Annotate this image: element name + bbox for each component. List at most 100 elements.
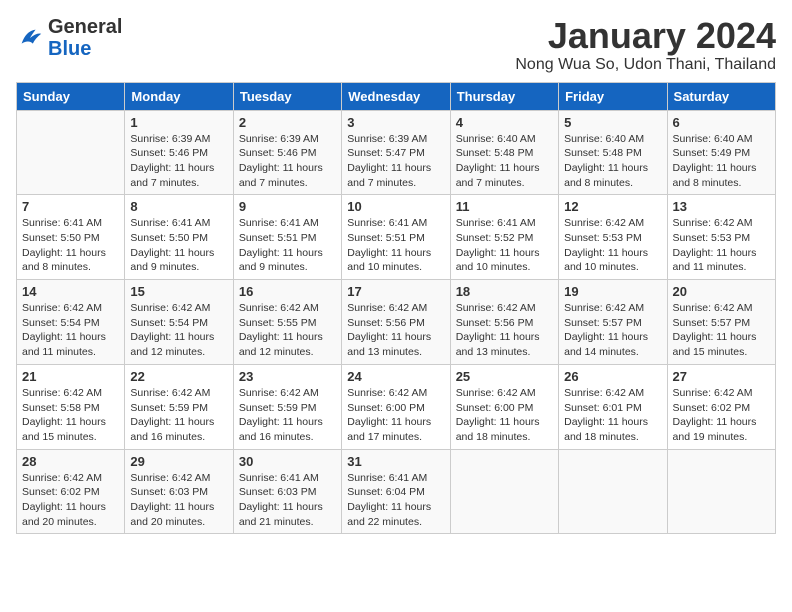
- calendar-cell: 21 Sunrise: 6:42 AM Sunset: 5:58 PM Dayli…: [17, 364, 125, 449]
- day-info: Sunrise: 6:42 AM Sunset: 6:01 PM Dayligh…: [564, 386, 661, 445]
- calendar-cell: 17 Sunrise: 6:42 AM Sunset: 5:56 PM Dayli…: [342, 280, 450, 365]
- day-info: Sunrise: 6:42 AM Sunset: 6:02 PM Dayligh…: [22, 471, 119, 530]
- calendar-cell: 7Sunrise: 6:41 AM Sunset: 5:50 PM Daylig…: [17, 195, 125, 280]
- day-info: Sunrise: 6:41 AM Sunset: 5:52 PM Dayligh…: [456, 216, 553, 275]
- day-number: 5: [564, 115, 661, 130]
- day-info: Sunrise: 6:41 AM Sunset: 6:03 PM Dayligh…: [239, 471, 336, 530]
- day-info: Sunrise: 6:42 AM Sunset: 5:53 PM Dayligh…: [673, 216, 770, 275]
- calendar-cell: 31Sunrise: 6:41 AM Sunset: 6:04 PM Dayli…: [342, 449, 450, 534]
- logo: General Blue: [16, 16, 122, 60]
- day-number: 31: [347, 454, 444, 469]
- day-number: 26: [564, 369, 661, 384]
- day-number: 17: [347, 284, 444, 299]
- day-info: Sunrise: 6:42 AM Sunset: 5:56 PM Dayligh…: [347, 301, 444, 360]
- day-number: 6: [673, 115, 770, 130]
- day-number: 10: [347, 199, 444, 214]
- day-info: Sunrise: 6:42 AM Sunset: 6:00 PM Dayligh…: [347, 386, 444, 445]
- day-number: 23: [239, 369, 336, 384]
- day-info: Sunrise: 6:42 AM Sunset: 5:57 PM Dayligh…: [673, 301, 770, 360]
- day-number: 2: [239, 115, 336, 130]
- calendar-cell: 23 Sunrise: 6:42 AM Sunset: 5:59 PM Dayli…: [233, 364, 341, 449]
- day-info: Sunrise: 6:42 AM Sunset: 5:53 PM Dayligh…: [564, 216, 661, 275]
- calendar-cell: 2 Sunrise: 6:39 AM Sunset: 5:46 PM Daylig…: [233, 110, 341, 195]
- calendar-cell: [450, 449, 558, 534]
- day-number: 30: [239, 454, 336, 469]
- day-number: 20: [673, 284, 770, 299]
- title-block: January 2024 Nong Wua So, Udon Thani, Th…: [515, 16, 776, 74]
- calendar-table: SundayMondayTuesdayWednesdayThursdayFrid…: [16, 82, 776, 535]
- day-number: 4: [456, 115, 553, 130]
- weekday-header-sunday: Sunday: [17, 82, 125, 110]
- calendar-cell: 26 Sunrise: 6:42 AM Sunset: 6:01 PM Dayli…: [559, 364, 667, 449]
- day-info: Sunrise: 6:39 AM Sunset: 5:46 PM Dayligh…: [239, 132, 336, 191]
- day-number: 25: [456, 369, 553, 384]
- day-info: Sunrise: 6:42 AM Sunset: 5:54 PM Dayligh…: [130, 301, 227, 360]
- day-number: 13: [673, 199, 770, 214]
- day-info: Sunrise: 6:39 AM Sunset: 5:47 PM Dayligh…: [347, 132, 444, 191]
- calendar-week-1: 1 Sunrise: 6:39 AM Sunset: 5:46 PM Daylig…: [17, 110, 776, 195]
- day-info: Sunrise: 6:42 AM Sunset: 5:54 PM Dayligh…: [22, 301, 119, 360]
- calendar-cell: 25 Sunrise: 6:42 AM Sunset: 6:00 PM Dayli…: [450, 364, 558, 449]
- day-number: 19: [564, 284, 661, 299]
- calendar-cell: 8 Sunrise: 6:41 AM Sunset: 5:50 PM Daylig…: [125, 195, 233, 280]
- day-info: Sunrise: 6:41 AM Sunset: 5:50 PM Dayligh…: [22, 216, 119, 275]
- page-header: General Blue January 2024 Nong Wua So, U…: [16, 16, 776, 74]
- day-number: 14: [22, 284, 119, 299]
- day-number: 1: [130, 115, 227, 130]
- day-info: Sunrise: 6:39 AM Sunset: 5:46 PM Dayligh…: [130, 132, 227, 191]
- calendar-cell: 14 Sunrise: 6:42 AM Sunset: 5:54 PM Dayli…: [17, 280, 125, 365]
- day-info: Sunrise: 6:40 AM Sunset: 5:49 PM Dayligh…: [673, 132, 770, 191]
- calendar-cell: 12 Sunrise: 6:42 AM Sunset: 5:53 PM Dayli…: [559, 195, 667, 280]
- logo-general-text: General: [48, 16, 122, 38]
- day-info: Sunrise: 6:42 AM Sunset: 6:02 PM Dayligh…: [673, 386, 770, 445]
- day-info: Sunrise: 6:41 AM Sunset: 5:51 PM Dayligh…: [347, 216, 444, 275]
- day-info: Sunrise: 6:42 AM Sunset: 5:59 PM Dayligh…: [239, 386, 336, 445]
- weekday-header-wednesday: Wednesday: [342, 82, 450, 110]
- day-info: Sunrise: 6:41 AM Sunset: 5:50 PM Dayligh…: [130, 216, 227, 275]
- calendar-cell: 5 Sunrise: 6:40 AM Sunset: 5:48 PM Daylig…: [559, 110, 667, 195]
- logo-bird-icon: [16, 24, 44, 52]
- calendar-cell: 4Sunrise: 6:40 AM Sunset: 5:48 PM Daylig…: [450, 110, 558, 195]
- day-number: 8: [130, 199, 227, 214]
- calendar-cell: 18 Sunrise: 6:42 AM Sunset: 5:56 PM Dayli…: [450, 280, 558, 365]
- calendar-week-2: 7Sunrise: 6:41 AM Sunset: 5:50 PM Daylig…: [17, 195, 776, 280]
- day-info: Sunrise: 6:42 AM Sunset: 5:56 PM Dayligh…: [456, 301, 553, 360]
- day-number: 12: [564, 199, 661, 214]
- day-number: 11: [456, 199, 553, 214]
- weekday-header-row: SundayMondayTuesdayWednesdayThursdayFrid…: [17, 82, 776, 110]
- day-number: 27: [673, 369, 770, 384]
- day-info: Sunrise: 6:42 AM Sunset: 6:00 PM Dayligh…: [456, 386, 553, 445]
- day-info: Sunrise: 6:42 AM Sunset: 5:58 PM Dayligh…: [22, 386, 119, 445]
- month-title: January 2024: [515, 16, 776, 56]
- day-info: Sunrise: 6:41 AM Sunset: 5:51 PM Dayligh…: [239, 216, 336, 275]
- calendar-week-4: 21 Sunrise: 6:42 AM Sunset: 5:58 PM Dayli…: [17, 364, 776, 449]
- calendar-cell: 3 Sunrise: 6:39 AM Sunset: 5:47 PM Daylig…: [342, 110, 450, 195]
- calendar-cell: 29 Sunrise: 6:42 AM Sunset: 6:03 PM Dayli…: [125, 449, 233, 534]
- logo-blue-text: Blue: [48, 38, 122, 60]
- calendar-cell: 20 Sunrise: 6:42 AM Sunset: 5:57 PM Dayli…: [667, 280, 775, 365]
- weekday-header-friday: Friday: [559, 82, 667, 110]
- day-number: 3: [347, 115, 444, 130]
- day-number: 29: [130, 454, 227, 469]
- calendar-week-3: 14 Sunrise: 6:42 AM Sunset: 5:54 PM Dayli…: [17, 280, 776, 365]
- calendar-cell: 11 Sunrise: 6:41 AM Sunset: 5:52 PM Dayli…: [450, 195, 558, 280]
- calendar-cell: 27 Sunrise: 6:42 AM Sunset: 6:02 PM Dayli…: [667, 364, 775, 449]
- day-number: 28: [22, 454, 119, 469]
- calendar-cell: 9 Sunrise: 6:41 AM Sunset: 5:51 PM Daylig…: [233, 195, 341, 280]
- day-number: 18: [456, 284, 553, 299]
- calendar-cell: 1 Sunrise: 6:39 AM Sunset: 5:46 PM Daylig…: [125, 110, 233, 195]
- calendar-cell: 13 Sunrise: 6:42 AM Sunset: 5:53 PM Dayli…: [667, 195, 775, 280]
- day-number: 9: [239, 199, 336, 214]
- location-subtitle: Nong Wua So, Udon Thani, Thailand: [515, 56, 776, 74]
- day-number: 24: [347, 369, 444, 384]
- calendar-cell: 19Sunrise: 6:42 AM Sunset: 5:57 PM Dayli…: [559, 280, 667, 365]
- day-info: Sunrise: 6:42 AM Sunset: 5:55 PM Dayligh…: [239, 301, 336, 360]
- weekday-header-tuesday: Tuesday: [233, 82, 341, 110]
- calendar-week-5: 28 Sunrise: 6:42 AM Sunset: 6:02 PM Dayli…: [17, 449, 776, 534]
- calendar-cell: 6 Sunrise: 6:40 AM Sunset: 5:49 PM Daylig…: [667, 110, 775, 195]
- day-number: 21: [22, 369, 119, 384]
- calendar-cell: 15Sunrise: 6:42 AM Sunset: 5:54 PM Dayli…: [125, 280, 233, 365]
- calendar-cell: 30 Sunrise: 6:41 AM Sunset: 6:03 PM Dayli…: [233, 449, 341, 534]
- day-info: Sunrise: 6:40 AM Sunset: 5:48 PM Dayligh…: [564, 132, 661, 191]
- day-info: Sunrise: 6:42 AM Sunset: 6:03 PM Dayligh…: [130, 471, 227, 530]
